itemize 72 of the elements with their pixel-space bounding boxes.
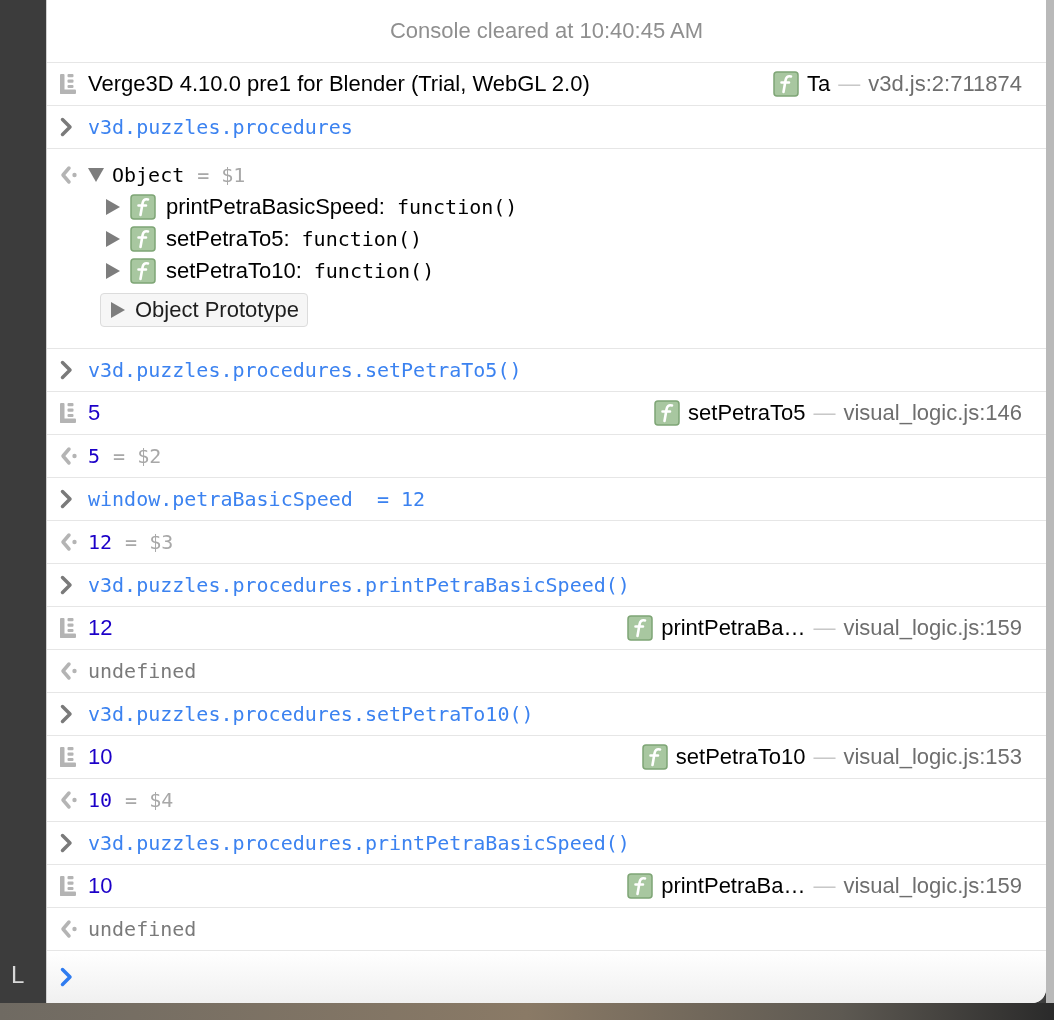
property-text: setPetraTo10: function() bbox=[166, 258, 435, 284]
separator-dash: — bbox=[813, 744, 836, 770]
property-text: setPetraTo5: function() bbox=[166, 226, 422, 252]
log-message: 12 bbox=[88, 615, 113, 641]
chevron-icon bbox=[60, 360, 73, 380]
return-arrow-icon bbox=[60, 919, 78, 939]
side-label: L bbox=[11, 961, 25, 989]
function-icon bbox=[773, 71, 800, 97]
chevron-icon bbox=[60, 833, 73, 853]
command-text: v3d.puzzles.procedures.setPetraTo5() bbox=[88, 358, 522, 382]
disclosure-triangle[interactable] bbox=[106, 263, 120, 279]
source-link[interactable]: visual_logic.js:159 bbox=[843, 615, 1022, 641]
result-value: undefined bbox=[88, 659, 197, 683]
log-icon bbox=[60, 876, 76, 896]
reference-label: = $1 bbox=[197, 163, 246, 187]
separator-dash: — bbox=[813, 873, 836, 899]
command-text: v3d.puzzles.procedures.printPetraBasicSpeed() bbox=[88, 573, 630, 597]
log-icon bbox=[60, 747, 76, 767]
disclosure-triangle[interactable] bbox=[106, 231, 120, 247]
function-icon bbox=[654, 400, 681, 426]
log-message: 5 bbox=[88, 400, 101, 426]
function-name: setPetraTo10 bbox=[675, 744, 806, 770]
source-link[interactable]: v3d.js:2:711874 bbox=[868, 71, 1022, 97]
result-value: 5 bbox=[88, 444, 101, 468]
log-message: Verge3D 4.10.0 pre1 for Blender (Trial, WebGL 2.0) bbox=[88, 71, 590, 97]
object-label: Object bbox=[112, 163, 185, 187]
return-arrow-icon bbox=[60, 532, 78, 552]
function-icon bbox=[130, 194, 156, 220]
function-name: printPetraBa… bbox=[661, 873, 806, 899]
prototype-button[interactable]: Object Prototype bbox=[100, 293, 308, 327]
result-value: 10 bbox=[88, 788, 113, 812]
separator-dash: — bbox=[813, 615, 836, 641]
reference-label: = $3 bbox=[125, 530, 174, 554]
log-message: 10 bbox=[88, 744, 113, 770]
result-value: 12 bbox=[88, 530, 113, 554]
function-name: printPetraBa… bbox=[661, 615, 806, 641]
return-arrow-icon bbox=[60, 790, 78, 810]
result-value: undefined bbox=[88, 917, 197, 941]
disclosure-triangle[interactable] bbox=[106, 199, 120, 215]
command-text: v3d.puzzles.procedures.printPetraBasicSpeed() bbox=[88, 831, 630, 855]
chevron-icon bbox=[60, 967, 73, 987]
chevron-icon bbox=[60, 489, 73, 509]
command-text: v3d.puzzles.procedures.setPetraTo10() bbox=[88, 702, 534, 726]
return-arrow-icon bbox=[60, 165, 78, 185]
function-icon bbox=[641, 744, 668, 770]
separator-dash: — bbox=[838, 71, 861, 97]
chevron-icon bbox=[60, 575, 73, 595]
return-arrow-icon bbox=[60, 446, 78, 466]
separator-dash: — bbox=[813, 400, 836, 426]
chevron-icon bbox=[60, 704, 73, 724]
function-icon bbox=[130, 226, 156, 252]
reference-label: = $4 bbox=[125, 788, 174, 812]
source-link[interactable]: visual_logic.js:153 bbox=[843, 744, 1022, 770]
function-icon bbox=[627, 873, 654, 899]
console-cleared-message: Console cleared at 10:40:45 AM bbox=[389, 18, 704, 44]
function-name: Ta bbox=[807, 71, 831, 97]
command-text: v3d.puzzles.procedures bbox=[88, 115, 353, 139]
chevron-icon bbox=[60, 117, 73, 137]
function-icon bbox=[130, 258, 156, 284]
log-icon bbox=[60, 618, 76, 638]
command-text: window.petraBasicSpeed = 12 bbox=[88, 487, 426, 511]
log-icon bbox=[60, 74, 76, 94]
property-text: printPetraBasicSpeed: function() bbox=[166, 194, 518, 220]
source-link[interactable]: visual_logic.js:159 bbox=[843, 873, 1022, 899]
log-icon bbox=[60, 403, 76, 423]
source-link[interactable]: visual_logic.js:146 bbox=[843, 400, 1022, 426]
disclosure-triangle[interactable] bbox=[88, 168, 104, 182]
log-message: 10 bbox=[88, 873, 113, 899]
function-icon bbox=[627, 615, 654, 641]
return-arrow-icon bbox=[60, 661, 78, 681]
function-name: setPetraTo5 bbox=[688, 400, 806, 426]
reference-label: = $2 bbox=[113, 444, 162, 468]
